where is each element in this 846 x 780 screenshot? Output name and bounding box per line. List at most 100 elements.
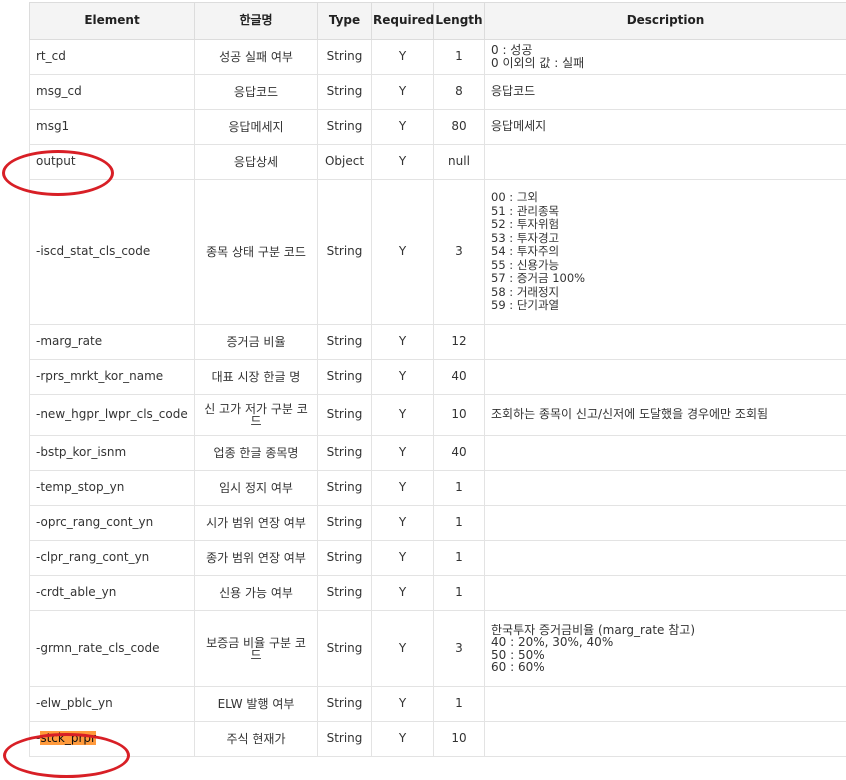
cell-korean-name: 신용 가능 여부 <box>194 575 318 611</box>
cell-description <box>484 540 846 576</box>
cell-required: Y <box>371 324 434 360</box>
cell-description <box>484 721 846 757</box>
table-row: -new_hgpr_lwpr_cls_code 신 고가 저가 구분 코드 St… <box>29 394 846 436</box>
cell-length: 40 <box>433 359 485 395</box>
cell-description <box>484 144 846 180</box>
cell-korean-name: 종가 범위 연장 여부 <box>194 540 318 576</box>
cell-description: 한국투자 증거금비율 (marg_rate 참고) 40 : 20%, 30%,… <box>484 610 846 687</box>
cell-type: String <box>317 610 372 687</box>
cell-element: rt_cd <box>29 39 195 75</box>
table-row: -marg_rate 증거금 비율 String Y 12 <box>29 324 846 360</box>
cell-required: Y <box>371 394 434 436</box>
cell-element: msg1 <box>29 109 195 145</box>
cell-element: -elw_pblc_yn <box>29 686 195 722</box>
table-row: -crdt_able_yn 신용 가능 여부 String Y 1 <box>29 575 846 611</box>
table-row: output 응답상세 Object Y null <box>29 144 846 180</box>
cell-type: String <box>317 540 372 576</box>
cell-required: Y <box>371 74 434 110</box>
cell-type: String <box>317 74 372 110</box>
cell-length: 1 <box>433 686 485 722</box>
cell-element: msg_cd <box>29 74 195 110</box>
cell-type: String <box>317 359 372 395</box>
cell-description <box>484 575 846 611</box>
cell-korean-name: ELW 발행 여부 <box>194 686 318 722</box>
cell-type: String <box>317 435 372 471</box>
cell-element: -iscd_stat_cls_code <box>29 179 195 325</box>
table-row: msg1 응답메세지 String Y 80 응답메세지 <box>29 109 846 145</box>
cell-length: 3 <box>433 179 485 325</box>
cell-description <box>484 435 846 471</box>
header-element: Element <box>29 2 195 40</box>
response-spec-table: Element 한글명 Type Required Length Descrip… <box>29 2 846 757</box>
cell-description: 조회하는 종목이 신고/신저에 도달했을 경우에만 조회됨 <box>484 394 846 436</box>
cell-korean-name: 대표 시장 한글 명 <box>194 359 318 395</box>
cell-description: 0 : 성공 0 이외의 값 : 실패 <box>484 39 846 75</box>
table-row: -oprc_rang_cont_yn 시가 범위 연장 여부 String Y … <box>29 505 846 541</box>
cell-required: Y <box>371 470 434 506</box>
cell-element: -clpr_rang_cont_yn <box>29 540 195 576</box>
header-korean-name: 한글명 <box>194 2 318 40</box>
header-length: Length <box>433 2 485 40</box>
cell-length: 1 <box>433 39 485 75</box>
cell-description <box>484 505 846 541</box>
cell-korean-name: 보증금 비율 구분 코드 <box>194 610 318 687</box>
cell-element: -marg_rate <box>29 324 195 360</box>
cell-element: -crdt_able_yn <box>29 575 195 611</box>
cell-element: -bstp_kor_isnm <box>29 435 195 471</box>
cell-length: 80 <box>433 109 485 145</box>
cell-length: 3 <box>433 610 485 687</box>
cell-length: 1 <box>433 470 485 506</box>
cell-length: 10 <box>433 394 485 436</box>
cell-required: Y <box>371 721 434 757</box>
cell-element: -temp_stop_yn <box>29 470 195 506</box>
cell-required: Y <box>371 686 434 722</box>
cell-type: String <box>317 324 372 360</box>
cell-required: Y <box>371 540 434 576</box>
cell-element: -grmn_rate_cls_code <box>29 610 195 687</box>
cell-length: 1 <box>433 575 485 611</box>
cell-length: 10 <box>433 721 485 757</box>
cell-length: null <box>433 144 485 180</box>
cell-required: Y <box>371 179 434 325</box>
cell-korean-name: 증거금 비율 <box>194 324 318 360</box>
cell-korean-name: 종목 상태 구분 코드 <box>194 179 318 325</box>
cell-required: Y <box>371 144 434 180</box>
cell-required: Y <box>371 505 434 541</box>
cell-element: -rprs_mrkt_kor_name <box>29 359 195 395</box>
cell-korean-name: 업종 한글 종목명 <box>194 435 318 471</box>
cell-element: -new_hgpr_lwpr_cls_code <box>29 394 195 436</box>
cell-korean-name: 응답상세 <box>194 144 318 180</box>
cell-korean-name: 주식 현재가 <box>194 721 318 757</box>
cell-description: 응답코드 <box>484 74 846 110</box>
cell-type: String <box>317 394 372 436</box>
cell-length: 40 <box>433 435 485 471</box>
spec-table-container: Element 한글명 Type Required Length Descrip… <box>29 2 846 757</box>
cell-description <box>484 359 846 395</box>
cell-korean-name: 임시 정지 여부 <box>194 470 318 506</box>
cell-length: 1 <box>433 505 485 541</box>
cell-length: 12 <box>433 324 485 360</box>
cell-korean-name: 응답메세지 <box>194 109 318 145</box>
cell-type: String <box>317 721 372 757</box>
cell-type: String <box>317 39 372 75</box>
table-row: -elw_pblc_yn ELW 발행 여부 String Y 1 <box>29 686 846 722</box>
cell-korean-name: 응답코드 <box>194 74 318 110</box>
table-row: -grmn_rate_cls_code 보증금 비율 구분 코드 String … <box>29 610 846 687</box>
table-row: -bstp_kor_isnm 업종 한글 종목명 String Y 40 <box>29 435 846 471</box>
cell-type: String <box>317 575 372 611</box>
header-type: Type <box>317 2 372 40</box>
cell-required: Y <box>371 359 434 395</box>
table-row: msg_cd 응답코드 String Y 8 응답코드 <box>29 74 846 110</box>
table-row: -stck_prpr 주식 현재가 String Y 10 <box>29 721 846 757</box>
cell-type: String <box>317 109 372 145</box>
highlighted-element-name: stck_prpr <box>40 731 96 746</box>
cell-type: String <box>317 686 372 722</box>
table-header-row: Element 한글명 Type Required Length Descrip… <box>29 2 846 40</box>
cell-description <box>484 686 846 722</box>
header-required: Required <box>371 2 434 40</box>
cell-required: Y <box>371 435 434 471</box>
cell-type: Object <box>317 144 372 180</box>
cell-length: 8 <box>433 74 485 110</box>
cell-korean-name: 신 고가 저가 구분 코드 <box>194 394 318 436</box>
cell-korean-name: 성공 실패 여부 <box>194 39 318 75</box>
